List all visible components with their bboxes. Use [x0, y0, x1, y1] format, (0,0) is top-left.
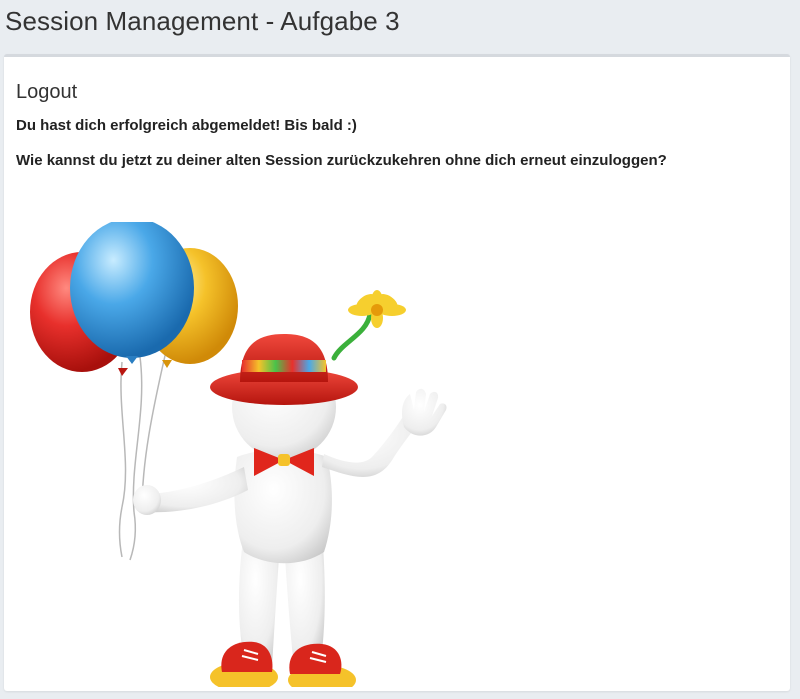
clown-shoes — [210, 641, 356, 687]
page-title: Session Management - Aufgabe 3 — [5, 6, 400, 36]
panel-heading: Logout — [16, 81, 78, 103]
clown-balloons-image — [30, 222, 447, 687]
blue-balloon — [70, 222, 194, 358]
session-question-message: Wie kannst du jetzt zu deiner alten Sess… — [16, 152, 667, 169]
balloon-strings — [118, 346, 168, 561]
hat-flower — [348, 290, 406, 328]
page-header: Session Management - Aufgabe 3 — [0, 0, 800, 52]
content-panel: Logout Du hast dich erfolgreich abgemeld… — [4, 54, 790, 691]
logout-success-message: Du hast dich erfolgreich abgemeldet! Bis… — [16, 117, 357, 134]
